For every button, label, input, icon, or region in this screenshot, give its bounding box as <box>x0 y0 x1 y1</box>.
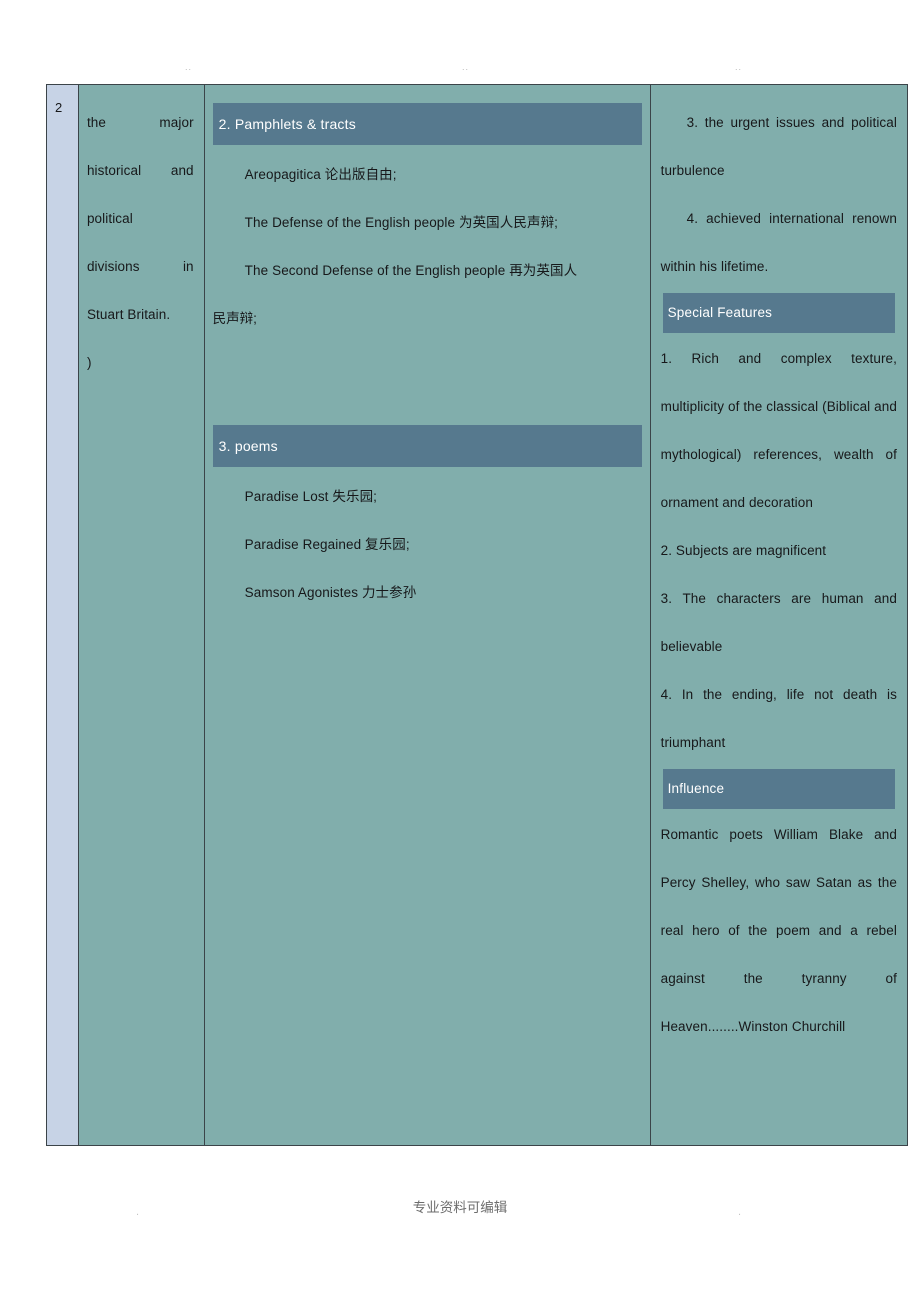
work-entry-continuation: 民声辩; <box>212 311 257 326</box>
top-point: 3. the urgent issues and political turbu… <box>660 115 897 178</box>
section-heading-special-features: Special Features <box>662 293 895 333</box>
work-entry: Areopagitica 论出版自由; <box>244 167 397 182</box>
top-mark-2: .. <box>462 62 470 72</box>
section-heading-pamphlets: 2. Pamphlets & tracts <box>212 103 642 145</box>
work-entry: The Second Defense of the English people… <box>244 263 578 278</box>
left-text-line: the major <box>86 115 194 130</box>
feature-point: 4. In the ending, life not death is triu… <box>660 687 897 750</box>
top-mark-1: .. <box>185 62 193 72</box>
works-list-cell: 2. Pamphlets & tracts Areopagitica 论出版自由… <box>204 85 651 1145</box>
feature-point: 2. Subjects are magnificent <box>660 543 827 558</box>
footer-center-text: 专业资料可编辑 <box>412 1200 508 1216</box>
left-text-cell: the major historical and political divis… <box>78 85 205 1145</box>
work-entry: Paradise Regained 复乐园; <box>244 537 410 552</box>
left-text-line: Stuart Britain. <box>86 307 171 322</box>
work-entry: Samson Agonistes 力士参孙 <box>244 585 417 600</box>
feature-point: 1. Rich and complex texture, multiplicit… <box>660 351 897 510</box>
top-mark-3: .. <box>735 62 743 72</box>
top-point: 4. achieved international renown within … <box>660 211 897 274</box>
left-text-line: divisions in <box>86 259 194 274</box>
content-table: 2 the major historical and political div… <box>46 84 908 1146</box>
row-number-cell: 2 <box>47 85 79 1145</box>
footer-right-dot: . <box>738 1206 742 1218</box>
row-number: 2 <box>55 100 63 115</box>
features-cell: 3. the urgent issues and political turbu… <box>650 85 907 1145</box>
left-text-line: ) <box>86 355 92 370</box>
page-footer: . 专业资料可编辑 . <box>0 1198 920 1228</box>
section-heading-poems: 3. poems <box>212 425 642 467</box>
left-text-line: historical and <box>86 163 194 178</box>
page-top-artifacts: .. .. .. <box>0 62 920 82</box>
feature-point: 3. The characters are human and believab… <box>660 591 897 654</box>
work-entry: Paradise Lost 失乐园; <box>244 489 378 504</box>
influence-point: Romantic poets William Blake and Percy S… <box>660 827 897 1034</box>
left-text-line: political <box>86 211 133 226</box>
work-entry: The Defense of the English people 为英国人民声… <box>244 215 559 230</box>
section-heading-influence: Influence <box>662 769 895 809</box>
